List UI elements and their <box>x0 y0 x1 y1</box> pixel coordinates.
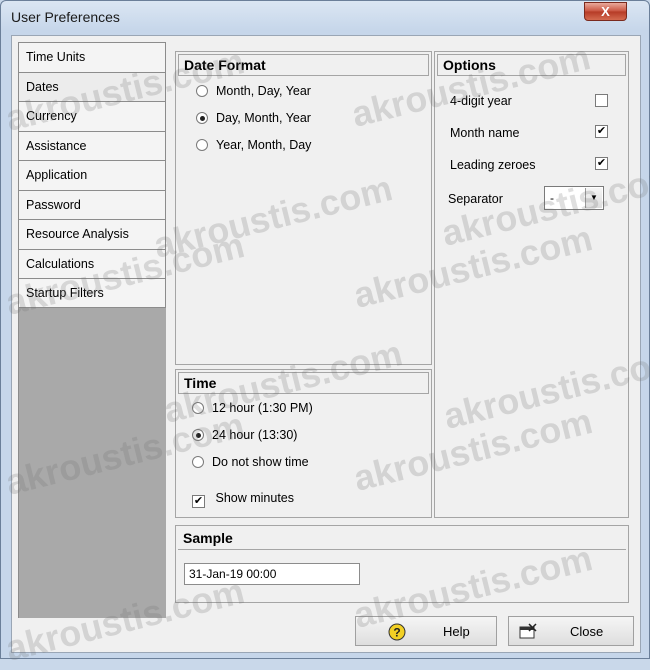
time-title: Time <box>178 372 429 394</box>
help-icon: ? <box>388 623 406 641</box>
title-bar[interactable]: User Preferences X <box>1 1 649 33</box>
radio-button[interactable] <box>196 139 208 151</box>
separator-dropdown[interactable]: - ▼ <box>544 186 604 210</box>
date-format-title: Date Format <box>178 54 429 76</box>
dialog-body: Time Units Dates Currency Assistance App… <box>11 35 641 653</box>
date-format-option-mdy[interactable]: Month, Day, Year <box>196 82 311 100</box>
tab-label: Resource Analysis <box>26 227 129 241</box>
time-option-12h[interactable]: 12 hour (1:30 PM) <box>192 399 313 417</box>
close-button[interactable]: Close <box>508 616 634 646</box>
chevron-down-icon[interactable]: ▼ <box>585 188 602 208</box>
tab-assistance[interactable]: Assistance <box>18 130 166 160</box>
four-digit-year-label: 4-digit year <box>450 94 512 108</box>
preferences-window: User Preferences X Time Units Dates Curr… <box>0 0 650 669</box>
leading-zeroes-label: Leading zeroes <box>450 158 536 172</box>
tab-calculations[interactable]: Calculations <box>18 248 166 278</box>
radio-button-selected[interactable] <box>196 112 208 124</box>
options-title: Options <box>437 54 626 76</box>
tab-currency[interactable]: Currency <box>18 101 166 131</box>
tab-label: Time Units <box>26 50 86 64</box>
date-format-group: Date Format Month, Day, Year Day, Month,… <box>175 51 432 365</box>
tab-dates[interactable]: Dates <box>18 71 166 101</box>
tab-list: Time Units Dates Currency Assistance App… <box>18 42 166 308</box>
options-group: Options <box>434 51 629 518</box>
sample-title: Sample <box>178 528 626 550</box>
month-name-checkbox[interactable]: ✔ <box>595 125 608 138</box>
tab-label: Assistance <box>26 138 87 153</box>
leading-zeroes-checkbox[interactable]: ✔ <box>595 157 608 170</box>
time-option-hide[interactable]: Do not show time <box>192 453 309 471</box>
time-option-24h[interactable]: 24 hour (13:30) <box>192 426 297 444</box>
radio-button-selected[interactable] <box>192 429 204 441</box>
tab-label: Calculations <box>26 256 95 271</box>
tab-label: Startup Filters <box>26 286 104 300</box>
option-label: 12 hour (1:30 PM) <box>212 401 313 415</box>
tab-application[interactable]: Application <box>18 160 166 190</box>
show-minutes-row[interactable]: ✔ Show minutes <box>192 489 294 508</box>
separator-label: Separator <box>448 192 503 206</box>
option-label: Day, Month, Year <box>216 111 311 125</box>
tab-startup-filters[interactable]: Startup Filters <box>18 278 166 308</box>
radio-button[interactable] <box>192 456 204 468</box>
show-minutes-label: Show minutes <box>215 491 294 505</box>
tab-resource-analysis[interactable]: Resource Analysis <box>18 219 166 249</box>
tab-label: Application <box>26 168 88 182</box>
sample-output-field: 31-Jan-19 00:00 <box>184 563 360 585</box>
date-format-option-dmy[interactable]: Day, Month, Year <box>196 109 311 127</box>
month-name-label: Month name <box>450 126 520 140</box>
close-label: Close <box>570 624 604 639</box>
option-label: Month, Day, Year <box>216 84 311 98</box>
tab-strip-background <box>18 308 166 618</box>
show-minutes-checkbox[interactable]: ✔ <box>192 495 205 508</box>
help-button[interactable]: ? Help <box>355 616 497 646</box>
help-label: Help <box>443 624 470 639</box>
radio-button[interactable] <box>192 402 204 414</box>
option-label: Year, Month, Day <box>216 138 312 152</box>
svg-text:?: ? <box>393 626 400 640</box>
tab-password[interactable]: Password <box>18 189 166 219</box>
tab-label: Dates <box>26 79 59 94</box>
separator-value: - <box>550 191 554 205</box>
date-format-option-ymd[interactable]: Year, Month, Day <box>196 136 311 154</box>
four-digit-year-checkbox[interactable] <box>595 94 608 107</box>
radio-button[interactable] <box>196 85 208 97</box>
option-label: Do not show time <box>212 455 309 469</box>
tab-label: Currency <box>26 109 77 123</box>
window-close-button[interactable]: X <box>584 2 627 21</box>
tab-time-units[interactable]: Time Units <box>18 42 166 72</box>
close-window-icon <box>519 623 537 639</box>
option-label: 24 hour (13:30) <box>212 428 298 442</box>
tab-label: Password <box>26 197 81 212</box>
window-title: User Preferences <box>11 9 120 25</box>
